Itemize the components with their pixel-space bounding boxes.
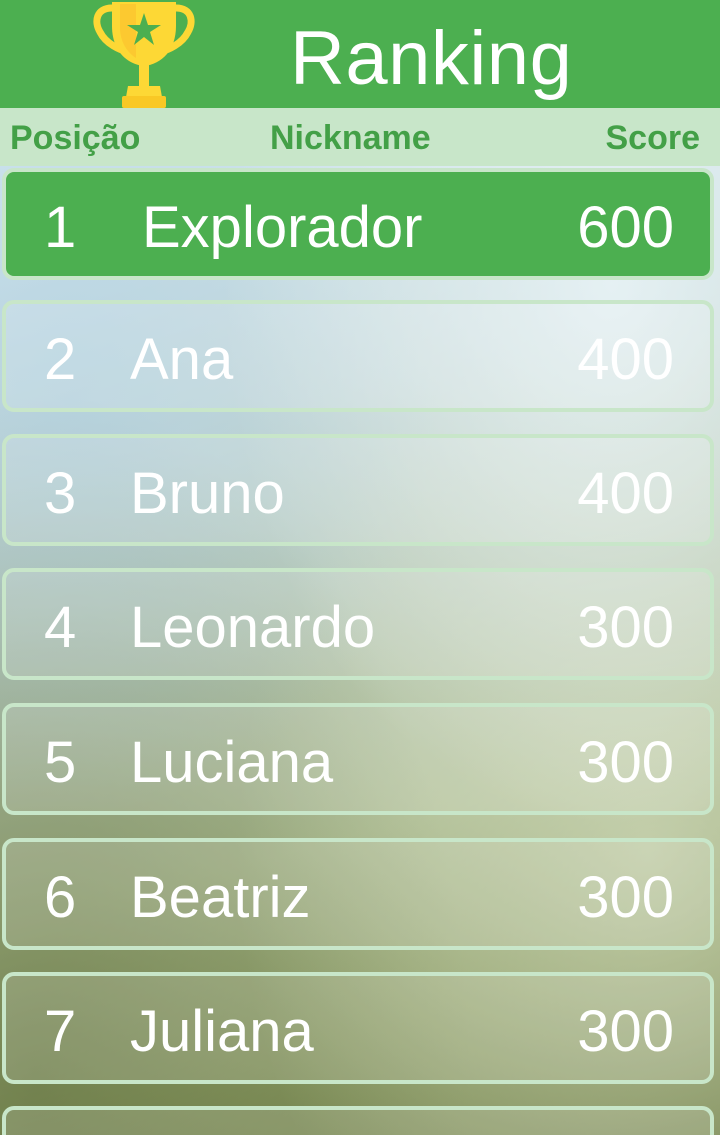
ranking-row[interactable]: 2 Ana 400: [2, 300, 714, 412]
row-position: 1: [44, 195, 77, 260]
row-score: 400: [577, 327, 674, 392]
ranking-row[interactable]: 6 Beatriz 300: [2, 838, 714, 950]
row-nickname: Ana: [130, 327, 234, 392]
row-nickname: Beatriz: [130, 865, 311, 930]
row-nickname: Bruno: [130, 461, 285, 526]
ranking-row[interactable]: 7 Juliana 300: [2, 972, 714, 1084]
ranking-row[interactable]: 4 Leonardo 300: [2, 568, 714, 680]
ranking-row[interactable]: 3 Bruno 400: [2, 434, 714, 546]
row-score: 300: [577, 999, 674, 1064]
column-header: Posição Nickname Score: [0, 108, 720, 166]
app-bar: Ranking: [0, 0, 720, 108]
row-score: 300: [577, 865, 674, 930]
ranking-row-partial[interactable]: [2, 1106, 714, 1135]
row-score: 400: [577, 461, 674, 526]
row-nickname: Leonardo: [130, 595, 376, 660]
column-position: Posição: [10, 119, 141, 157]
ranking-row[interactable]: 5 Luciana 300: [2, 703, 714, 815]
row-nickname: Explorador: [142, 195, 423, 260]
row-score: 600: [577, 195, 674, 260]
trophy-icon: [93, 2, 195, 108]
row-position: 5: [44, 730, 77, 795]
row-score: 300: [577, 730, 674, 795]
column-score: Score: [605, 119, 701, 157]
row-position: 3: [44, 461, 77, 526]
row-score: 300: [577, 595, 674, 660]
row-position: 6: [44, 865, 77, 930]
row-position: 7: [44, 999, 77, 1064]
row-nickname: Juliana: [130, 999, 314, 1064]
ranking-row-current-user[interactable]: 1 Explorador 600: [2, 168, 714, 280]
row-position: 2: [44, 327, 77, 392]
page-title: Ranking: [290, 16, 573, 101]
row-nickname: Luciana: [130, 730, 334, 795]
row-position: 4: [44, 595, 77, 660]
column-nickname: Nickname: [270, 119, 431, 157]
